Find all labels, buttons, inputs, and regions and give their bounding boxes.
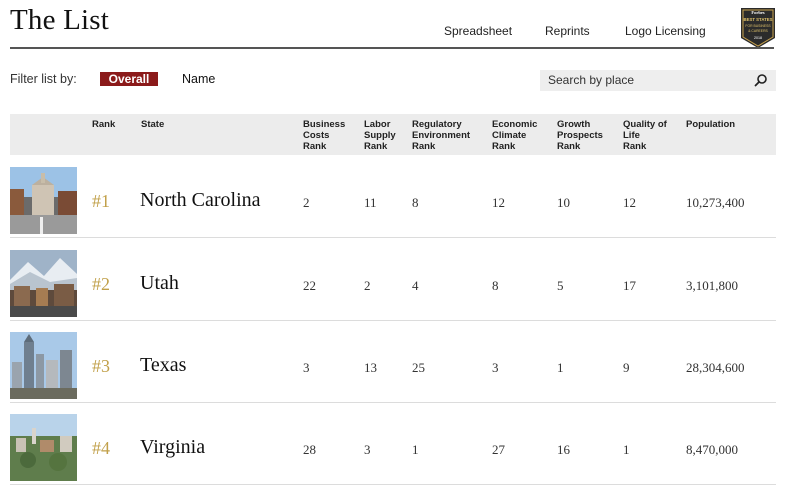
table-header: Rank State Business Costs Rank Labor Sup… xyxy=(10,114,776,155)
labor-supply-rank: 3 xyxy=(364,442,371,457)
state-name[interactable]: Texas xyxy=(140,354,186,377)
table-row[interactable]: #3 Texas 3 13 25 3 1 9 28,304,600 xyxy=(10,320,776,403)
economic-rank: 8 xyxy=(492,278,499,293)
economic-rank: 27 xyxy=(492,442,505,457)
growth-rank: 5 xyxy=(557,278,564,293)
reprints-link[interactable]: Reprints xyxy=(545,24,590,38)
state-photo xyxy=(10,250,77,317)
badge-line2: BEST STATES xyxy=(744,17,773,22)
table-row[interactable]: #2 Utah 22 2 4 8 5 17 3,101,800 xyxy=(10,238,776,321)
population-value: 8,470,000 xyxy=(686,442,738,457)
search-input[interactable]: Search by place xyxy=(548,73,634,87)
table-row[interactable]: #4 Virginia 28 3 1 27 16 1 8,470,000 xyxy=(10,402,776,485)
filter-label: Filter list by: xyxy=(10,72,77,86)
badge-line4: & CAREERS xyxy=(748,29,768,33)
population-value: 3,101,800 xyxy=(686,278,738,293)
col-rank[interactable]: Rank xyxy=(92,119,115,130)
population-value: 28,304,600 xyxy=(686,360,745,375)
labor-supply-rank: 13 xyxy=(364,360,377,375)
economic-rank: 12 xyxy=(492,195,505,210)
filter-name-button[interactable]: Name xyxy=(182,72,215,86)
labor-supply-rank: 11 xyxy=(364,195,377,210)
state-photo xyxy=(10,167,77,234)
col-quality[interactable]: Quality of Life Rank xyxy=(623,119,667,152)
page-title: The List xyxy=(10,4,110,36)
spreadsheet-link[interactable]: Spreadsheet xyxy=(444,24,512,38)
labor-supply-rank: 2 xyxy=(364,278,371,293)
regulatory-rank: 8 xyxy=(412,195,419,210)
regulatory-rank: 1 xyxy=(412,442,419,457)
business-costs-rank: 3 xyxy=(303,360,310,375)
best-states-badge: Forbes BEST STATES FOR BUSINESS & CAREER… xyxy=(741,8,775,48)
state-name[interactable]: Virginia xyxy=(140,436,205,459)
col-population[interactable]: Population xyxy=(686,119,735,130)
col-state[interactable]: State xyxy=(141,119,164,130)
quality-rank: 12 xyxy=(623,195,636,210)
header-divider xyxy=(10,47,774,49)
search-icon[interactable] xyxy=(754,73,768,87)
col-economic[interactable]: Economic Climate Rank xyxy=(492,119,537,152)
col-growth[interactable]: Growth Prospects Rank xyxy=(557,119,603,152)
state-photo xyxy=(10,332,77,399)
logo-licensing-link[interactable]: Logo Licensing xyxy=(625,24,706,38)
filter-overall-button[interactable]: Overall xyxy=(100,72,158,86)
regulatory-rank: 25 xyxy=(412,360,425,375)
economic-rank: 3 xyxy=(492,360,499,375)
rank-number: #3 xyxy=(92,356,110,376)
badge-line3: FOR BUSINESS xyxy=(745,24,771,28)
col-regulatory[interactable]: Regulatory Environment Rank xyxy=(412,119,470,152)
state-name[interactable]: Utah xyxy=(140,272,179,295)
regulatory-rank: 4 xyxy=(412,278,419,293)
rank-number: #1 xyxy=(92,191,110,211)
population-value: 10,273,400 xyxy=(686,195,745,210)
badge-year: 2018 xyxy=(754,36,762,40)
growth-rank: 16 xyxy=(557,442,570,457)
business-costs-rank: 28 xyxy=(303,442,316,457)
search-box[interactable]: Search by place xyxy=(540,70,776,91)
table-row[interactable]: #1 North Carolina 2 11 8 12 10 12 10,273… xyxy=(10,155,776,238)
col-business-costs[interactable]: Business Costs Rank xyxy=(303,119,345,152)
state-name[interactable]: North Carolina xyxy=(140,189,261,212)
state-photo xyxy=(10,414,77,481)
growth-rank: 1 xyxy=(557,360,564,375)
badge-brand: Forbes xyxy=(751,10,764,15)
quality-rank: 17 xyxy=(623,278,636,293)
business-costs-rank: 22 xyxy=(303,278,316,293)
business-costs-rank: 2 xyxy=(303,195,310,210)
growth-rank: 10 xyxy=(557,195,570,210)
quality-rank: 9 xyxy=(623,360,630,375)
rank-number: #2 xyxy=(92,274,110,294)
quality-rank: 1 xyxy=(623,442,630,457)
rank-number: #4 xyxy=(92,438,110,458)
col-labor-supply[interactable]: Labor Supply Rank xyxy=(364,119,396,152)
